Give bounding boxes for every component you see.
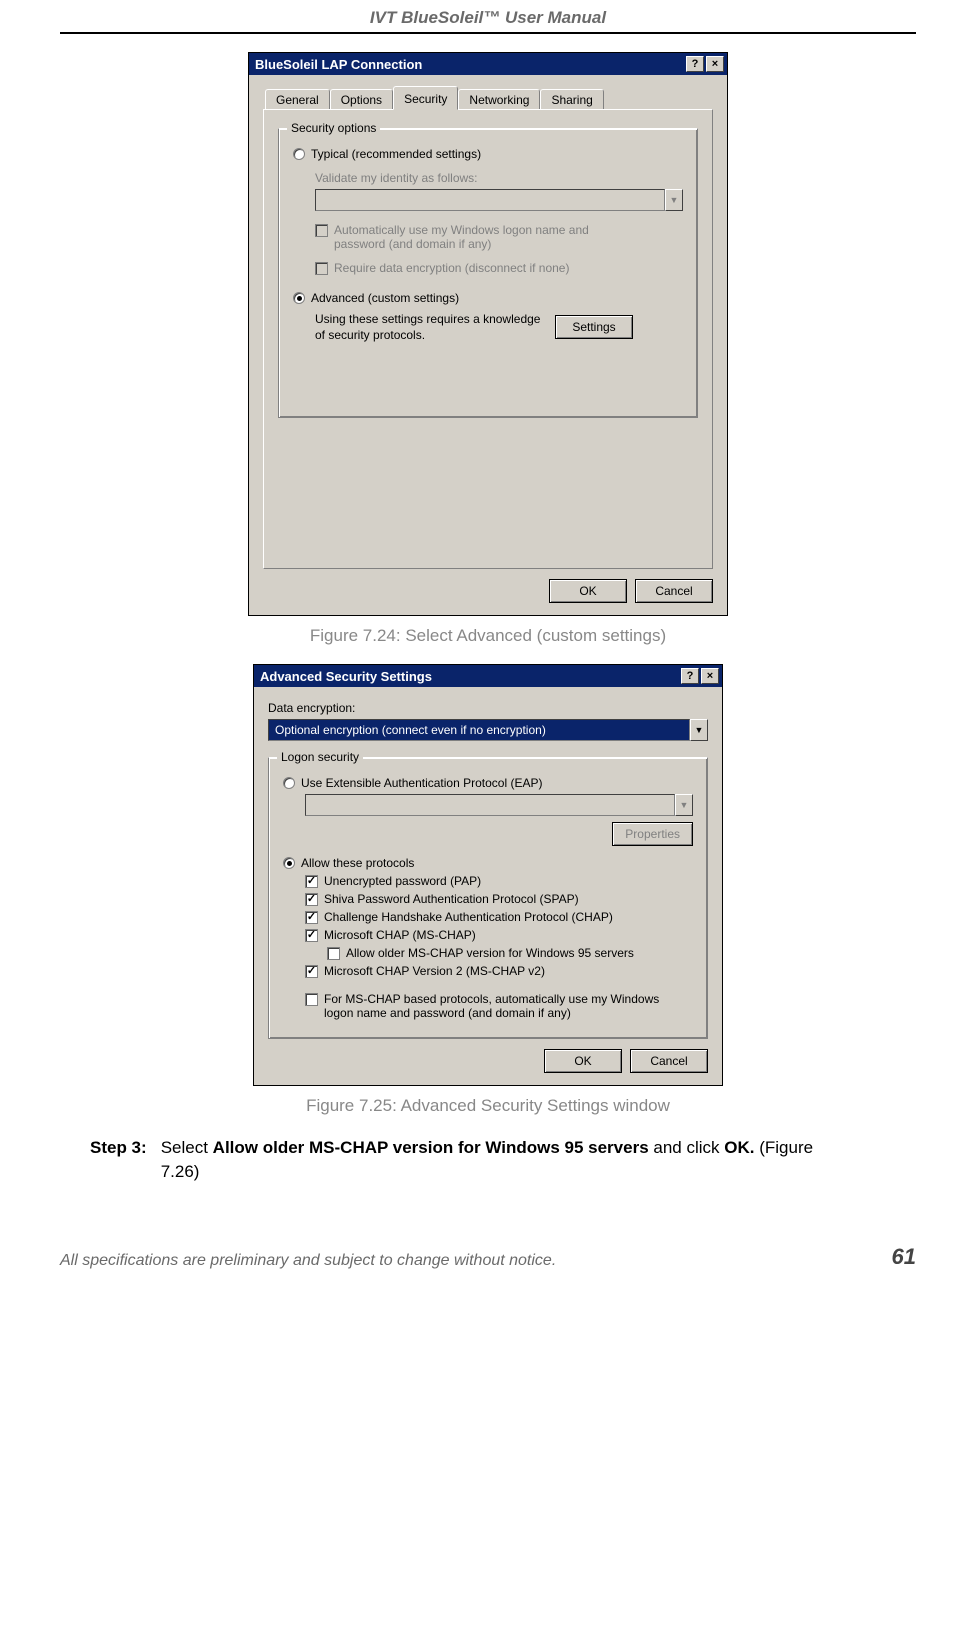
dlg1-tabpanel: Security options Typical (recommended se… [263,109,713,569]
chk-chap-label: Challenge Handshake Authentication Proto… [324,910,613,924]
chk-auto-logon-label: Automatically use my Windows logon name … [334,223,634,251]
page-number: 61 [892,1244,916,1270]
radio-allow[interactable] [283,857,295,869]
radio-eap-label: Use Extensible Authentication Protocol (… [301,776,542,790]
radio-typical-label: Typical (recommended settings) [311,147,481,161]
settings-button[interactable]: Settings [555,315,633,339]
radio-allow-label: Allow these protocols [301,856,414,870]
radio-typical-row[interactable]: Typical (recommended settings) [293,147,683,161]
chk-mschap95-label: Allow older MS-CHAP version for Windows … [346,946,634,960]
dlg1-tabs: General Options Security Networking Shar… [263,85,713,109]
step-text-bold-1: Allow older MS-CHAP version for Windows … [213,1138,649,1157]
chevron-down-icon: ▼ [675,794,693,816]
chk-mschap-label: Microsoft CHAP (MS-CHAP) [324,928,476,942]
dlg2-titlebar: Advanced Security Settings ? × [254,665,722,687]
chk-autologon-label: For MS-CHAP based protocols, automatical… [324,992,664,1020]
radio-eap-row[interactable]: Use Extensible Authentication Protocol (… [283,776,693,790]
validate-label: Validate my identity as follows: [315,171,683,185]
radio-advanced-row[interactable]: Advanced (custom settings) [293,291,683,305]
dlg1-titlebar: BlueSoleil LAP Connection ? × [249,53,727,75]
security-options-legend: Security options [287,121,380,135]
eap-combo: ▼ [305,794,693,816]
chevron-down-icon: ▼ [665,189,683,211]
chk-mschap2[interactable] [305,965,318,978]
chk-autologon[interactable] [305,993,318,1006]
dlg2-title: Advanced Security Settings [260,669,679,684]
ok-button[interactable]: OK [549,579,627,603]
properties-button: Properties [612,822,693,846]
figure-7-25-caption: Figure 7.25: Advanced Security Settings … [60,1096,916,1116]
chevron-down-icon[interactable]: ▼ [690,719,708,741]
validate-combo-field [315,189,665,211]
close-icon[interactable]: × [701,668,719,684]
ok-button[interactable]: OK [544,1049,622,1073]
tab-sharing[interactable]: Sharing [540,89,603,110]
tab-security[interactable]: Security [393,86,458,110]
eap-combo-field [305,794,675,816]
close-icon[interactable]: × [706,56,724,72]
step-3-text: Select Allow older MS-CHAP version for W… [161,1136,856,1184]
chk-mschap[interactable] [305,929,318,942]
tab-options[interactable]: Options [330,89,393,110]
data-encryption-value: Optional encryption (connect even if no … [268,719,690,741]
radio-advanced-label: Advanced (custom settings) [311,291,459,305]
doc-header: IVT BlueSoleil™ User Manual [60,0,916,32]
footer-note: All specifications are preliminary and s… [60,1252,556,1270]
chk-pap-label: Unencrypted password (PAP) [324,874,481,888]
radio-typical[interactable] [293,148,305,160]
lap-connection-dialog: BlueSoleil LAP Connection ? × General Op… [248,52,728,616]
chk-pap[interactable] [305,875,318,888]
radio-eap[interactable] [283,777,295,789]
step-text-1: Select [161,1138,213,1157]
chk-require-enc [315,262,328,275]
tab-general[interactable]: General [265,89,330,110]
advanced-security-dialog: Advanced Security Settings ? × Data encr… [253,664,723,1086]
logon-security-legend: Logon security [277,750,363,764]
chk-require-enc-label: Require data encryption (disconnect if n… [334,261,569,275]
step-text-2: and click [649,1138,725,1157]
chk-spap[interactable] [305,893,318,906]
chk-chap[interactable] [305,911,318,924]
help-icon[interactable]: ? [681,668,699,684]
radio-allow-row[interactable]: Allow these protocols [283,856,693,870]
data-encryption-combo[interactable]: Optional encryption (connect even if no … [268,719,708,741]
chk-mschap2-label: Microsoft CHAP Version 2 (MS-CHAP v2) [324,964,545,978]
help-icon[interactable]: ? [686,56,704,72]
step-3: Step 3: Select Allow older MS-CHAP versi… [90,1136,856,1184]
dlg1-title: BlueSoleil LAP Connection [255,57,684,72]
tab-networking[interactable]: Networking [458,89,540,110]
chk-auto-logon [315,224,328,237]
step-3-label: Step 3: [90,1136,147,1184]
radio-advanced[interactable] [293,292,305,304]
advanced-note: Using these settings requires a knowledg… [315,311,545,343]
step-text-bold-2: OK. [724,1138,754,1157]
chk-spap-label: Shiva Password Authentication Protocol (… [324,892,579,906]
figure-7-24-caption: Figure 7.24: Select Advanced (custom set… [60,626,916,646]
validate-combo: ▼ [315,189,683,211]
cancel-button[interactable]: Cancel [635,579,713,603]
cancel-button[interactable]: Cancel [630,1049,708,1073]
header-rule [60,32,916,34]
chk-mschap95[interactable] [327,947,340,960]
data-encryption-label: Data encryption: [268,701,708,715]
